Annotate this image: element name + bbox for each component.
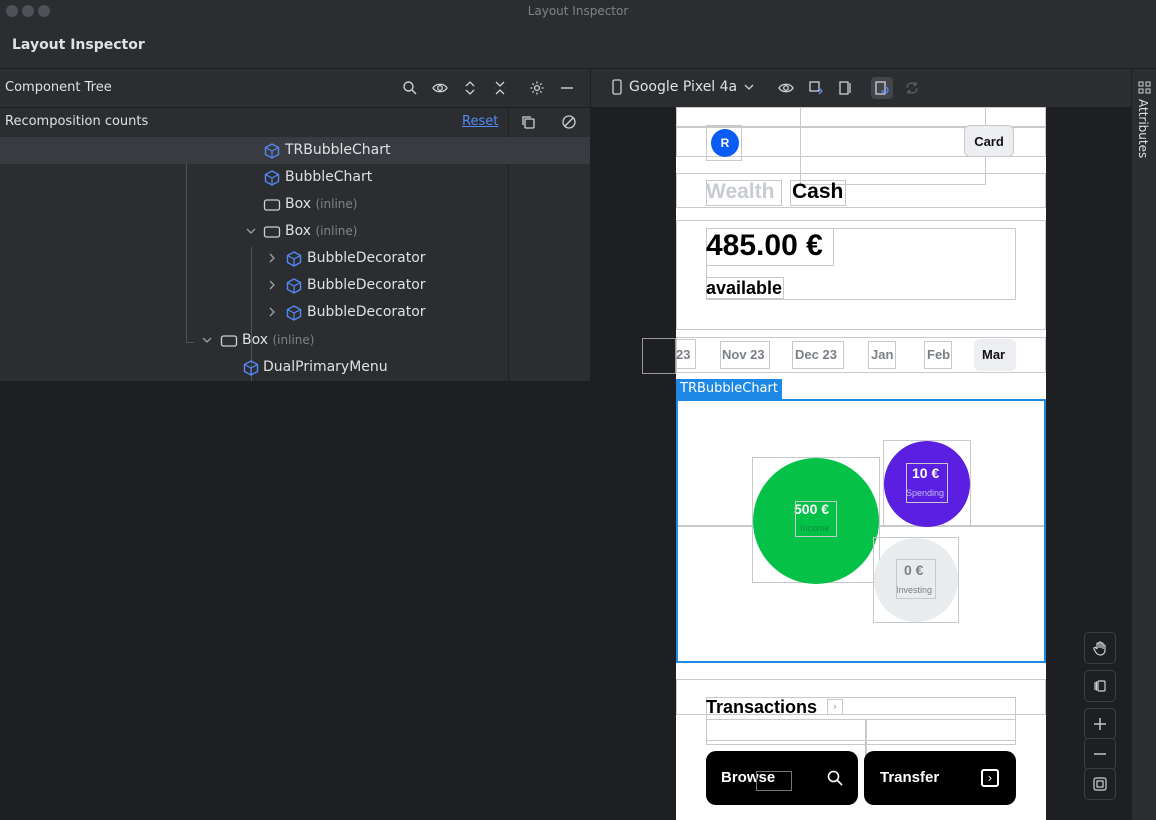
reset-link[interactable]: Reset xyxy=(462,114,498,129)
avatar[interactable]: R xyxy=(711,129,739,157)
compose-icon xyxy=(243,360,259,376)
tree-row-label: Box xyxy=(285,223,312,239)
tree-row-box-expanded[interactable]: Box (inline) xyxy=(0,218,590,245)
layout-bounds xyxy=(642,338,676,374)
export-snapshot-icon[interactable] xyxy=(805,77,827,99)
live-updates-icon[interactable] xyxy=(871,77,893,99)
month-item[interactable]: Dec 23 xyxy=(795,347,837,362)
box-icon xyxy=(220,335,238,347)
layer-icon[interactable] xyxy=(835,77,857,99)
layout-bounds xyxy=(906,463,948,503)
device-selector[interactable]: Google Pixel 4a xyxy=(611,79,755,95)
compose-icon xyxy=(264,143,280,159)
collapse-all-icon[interactable] xyxy=(489,77,511,99)
inline-suffix: (inline) xyxy=(315,197,358,211)
search-icon xyxy=(827,770,843,786)
component-tree: TRBubbleChart BubbleChart Box (inline) B… xyxy=(0,137,590,382)
zoom-in-icon[interactable] xyxy=(1084,708,1116,740)
compose-icon xyxy=(286,251,302,267)
tree-row-label: DualPrimaryMenu xyxy=(263,359,388,375)
tree-row-box-expanded[interactable]: Box (inline) xyxy=(0,327,590,354)
component-tree-title: Component Tree xyxy=(5,80,112,95)
tree-row-label: TRBubbleChart xyxy=(285,142,391,158)
block-icon[interactable] xyxy=(558,111,580,133)
tree-row-label: BubbleChart xyxy=(285,169,373,185)
chevron-right-icon[interactable] xyxy=(265,251,279,265)
balance-amount: 485.00 € xyxy=(706,229,823,262)
recomposition-title: Recomposition counts xyxy=(5,114,149,129)
transfer-label: Transfer xyxy=(880,769,940,786)
eye-icon[interactable] xyxy=(429,77,451,99)
gear-icon[interactable] xyxy=(526,77,548,99)
tree-row-label: BubbleDecorator xyxy=(307,250,426,266)
tree-row-bubbledecorator[interactable]: BubbleDecorator xyxy=(0,299,590,326)
view-mode-icon[interactable] xyxy=(1084,670,1116,702)
component-tree-header: Component Tree xyxy=(0,69,590,108)
layout-bounds xyxy=(756,771,792,791)
eye-icon[interactable] xyxy=(775,77,797,99)
chevron-right-icon[interactable] xyxy=(265,278,279,292)
layout-bounds xyxy=(795,501,837,537)
chevron-right-icon[interactable] xyxy=(265,305,279,319)
month-item[interactable]: Feb xyxy=(927,347,950,362)
tree-row-bubblechart[interactable]: BubbleChart xyxy=(0,164,590,191)
month-item-selected[interactable]: Mar xyxy=(982,347,1005,362)
tree-row-dualprimarymenu[interactable]: DualPrimaryMenu xyxy=(0,354,590,381)
balance-caption: available xyxy=(706,278,783,298)
window-title-bar: Layout Inspector xyxy=(0,0,1156,23)
inline-suffix: (inline) xyxy=(272,333,315,347)
copy-icon[interactable] xyxy=(517,111,539,133)
tree-row-label: Box xyxy=(242,332,269,348)
attributes-label: Attributes xyxy=(1136,99,1150,159)
chevron-down-icon[interactable] xyxy=(244,224,258,238)
layout-bounds xyxy=(896,559,936,599)
device-screen[interactable]: R Card Wealth Cash 485.00 € available 23… xyxy=(676,107,1046,820)
attributes-icon xyxy=(1138,81,1151,94)
compose-icon xyxy=(264,170,280,186)
tree-row-label: BubbleDecorator xyxy=(307,304,426,320)
month-item[interactable]: Nov 23 xyxy=(722,347,765,362)
refresh-icon[interactable] xyxy=(901,77,923,99)
tab-cash[interactable]: Cash xyxy=(792,180,843,204)
box-icon xyxy=(263,199,281,211)
attributes-tab[interactable]: Attributes xyxy=(1131,69,1156,820)
transactions-chevron-icon[interactable]: › xyxy=(827,699,843,715)
search-icon[interactable] xyxy=(399,77,421,99)
box-icon xyxy=(263,226,281,238)
compose-icon xyxy=(286,305,302,321)
component-tree-panel: Component Tree Recomposition counts Rese… xyxy=(0,69,591,820)
chevron-down-icon[interactable] xyxy=(200,333,214,347)
fit-screen-icon[interactable] xyxy=(1084,768,1116,800)
phone-icon xyxy=(612,79,622,95)
zoom-out-icon[interactable] xyxy=(1084,738,1116,770)
selection-label: TRBubbleChart xyxy=(676,379,782,399)
pan-hand-icon[interactable] xyxy=(1084,632,1116,664)
device-name: Google Pixel 4a xyxy=(629,79,738,95)
layout-bounds xyxy=(706,719,1016,745)
tree-row-trbubblechart[interactable]: TRBubbleChart xyxy=(0,137,590,164)
window-title: Layout Inspector xyxy=(527,4,629,18)
inline-suffix: (inline) xyxy=(315,224,358,238)
tool-window-title: Layout Inspector xyxy=(12,37,145,53)
tree-row-label: Box xyxy=(285,196,312,212)
tab-wealth[interactable]: Wealth xyxy=(706,180,774,204)
tree-empty-area xyxy=(0,381,590,820)
preview-toolbar: Google Pixel 4a xyxy=(591,69,1131,108)
minimize-icon[interactable] xyxy=(556,77,578,99)
arrow-right-icon: › xyxy=(981,769,999,787)
transactions-title[interactable]: Transactions xyxy=(706,697,817,718)
tree-row-bubbledecorator[interactable]: BubbleDecorator xyxy=(0,245,590,272)
tree-row-label: BubbleDecorator xyxy=(307,277,426,293)
bubble-chart[interactable]: 500 € Income 10 € Spending 0 € Investing xyxy=(676,399,1046,663)
tool-window-header: Layout Inspector xyxy=(0,22,1156,69)
recomposition-header: Recomposition counts Reset xyxy=(0,107,590,138)
tree-row-box[interactable]: Box (inline) xyxy=(0,191,590,218)
expand-all-icon[interactable] xyxy=(459,77,481,99)
month-item[interactable]: 23 xyxy=(676,347,690,362)
month-item[interactable]: Jan xyxy=(871,347,893,362)
chevron-down-icon xyxy=(744,84,754,90)
compose-icon xyxy=(286,278,302,294)
tree-row-bubbledecorator[interactable]: BubbleDecorator xyxy=(0,272,590,299)
card-button[interactable]: Card xyxy=(964,125,1014,157)
